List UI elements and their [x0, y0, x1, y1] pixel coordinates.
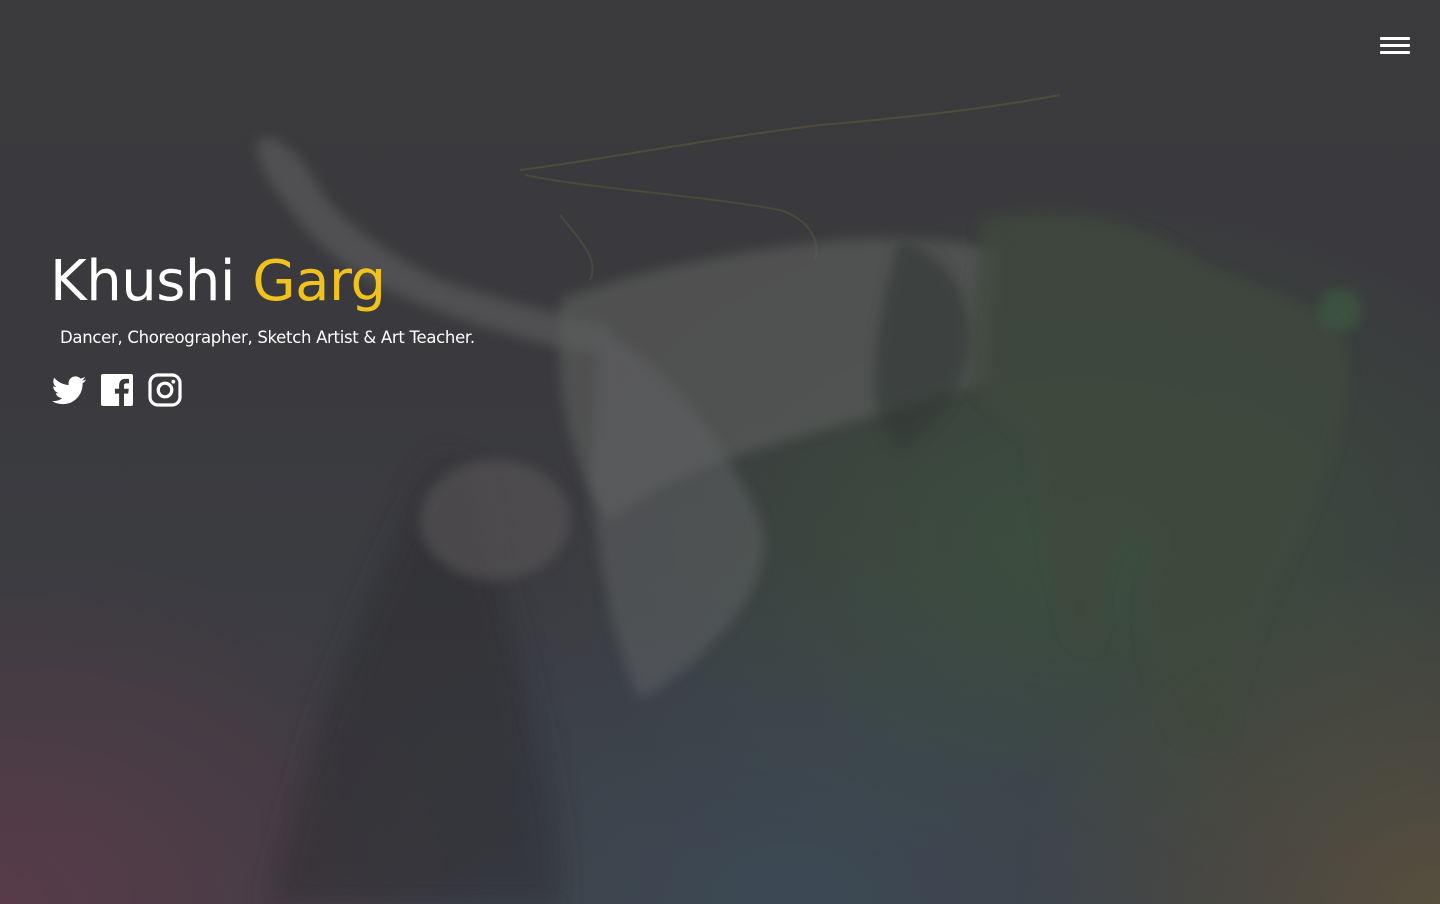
- dancer-background-image: [257, 94, 1362, 904]
- twitter-icon[interactable]: [50, 371, 88, 409]
- instagram-icon[interactable]: [146, 371, 184, 409]
- page-title: Khushi Garg: [50, 244, 475, 320]
- facebook-icon[interactable]: [98, 371, 136, 409]
- tagline: Dancer, Choreographer, Sketch Artist & A…: [60, 328, 475, 347]
- hero-section: Khushi Garg Dancer, Choreographer, Sketc…: [0, 0, 1440, 904]
- hamburger-menu-icon[interactable]: [1380, 34, 1410, 58]
- menu-bar-bottom: [1380, 51, 1410, 54]
- menu-bar-top: [1380, 37, 1410, 40]
- last-name: Garg: [252, 249, 386, 314]
- social-links: [50, 371, 475, 409]
- menu-bar-middle: [1380, 44, 1410, 47]
- first-name: Khushi: [50, 249, 235, 314]
- hero-intro: Khushi Garg Dancer, Choreographer, Sketc…: [50, 244, 475, 409]
